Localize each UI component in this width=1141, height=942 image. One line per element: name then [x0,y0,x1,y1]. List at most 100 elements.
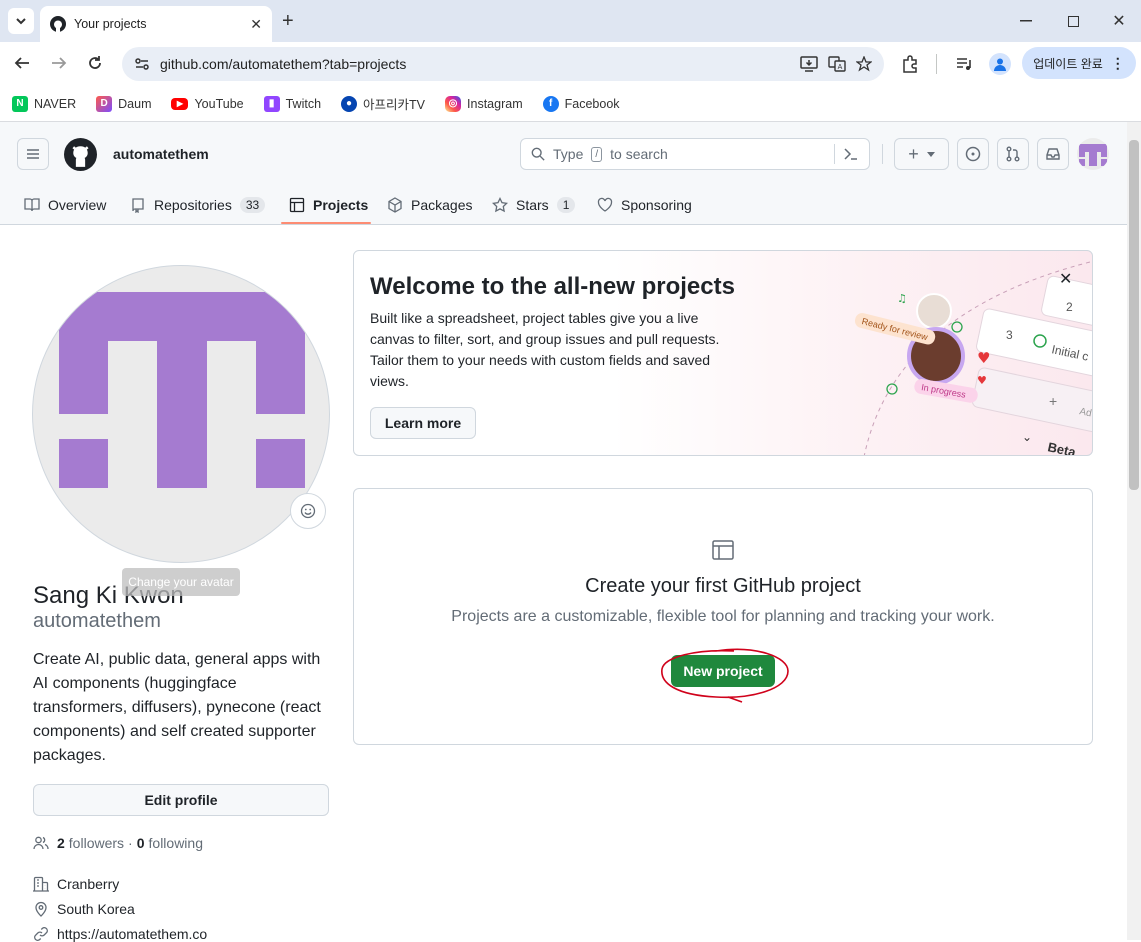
tab-stars[interactable]: Stars 1 [492,186,576,224]
tab-label: Stars [516,197,549,213]
bookmark-label: Daum [118,96,152,111]
tab-title: Your projects [74,17,147,31]
stars-count: 1 [556,197,576,213]
arrow-right-icon [52,57,67,69]
profile-button[interactable] [989,53,1011,75]
illus-heart-1: ♥ [977,349,990,367]
bookmark-daum[interactable]: D Daum [96,95,152,112]
github-logo[interactable] [64,138,97,171]
empty-subtitle: Projects are a customizable, flexible to… [451,608,995,625]
command-palette-icon[interactable] [843,146,859,162]
empty-state-box: Create your first GitHub project Project… [353,488,1093,745]
browser-tab[interactable]: Your projects ✕ [40,6,272,42]
address-bar[interactable]: github.com/automatethem?tab=projects A [122,47,884,81]
close-tab-icon[interactable]: ✕ [250,16,262,33]
company-text: Cranberry [57,876,120,892]
issues-button[interactable] [957,138,989,170]
minimize-button[interactable] [1011,8,1041,34]
identicon-icon [1079,144,1107,166]
maximize-button[interactable] [1058,8,1088,34]
header-username[interactable]: automatethem [113,146,209,162]
learn-more-button[interactable]: Learn more [370,407,476,439]
update-label: 업데이트 완료 [1033,56,1103,71]
bookmarks-bar: N NAVER D Daum ▶ YouTube ▮ Twitch ● 아프리카TV ◎ I… [0,86,1141,122]
bookmark-youtube[interactable]: ▶ YouTube [171,97,244,111]
red-annotation-circle [661,648,789,703]
organization-icon [33,876,49,892]
pull-requests-button[interactable] [997,138,1029,170]
tab-projects[interactable]: Projects [289,186,368,224]
naver-icon: N [12,95,28,112]
url-text: github.com/automatethem?tab=projects [160,56,407,72]
bookmark-facebook[interactable]: f Facebook [542,95,620,112]
heart-icon [597,197,613,212]
people-icon [33,836,49,850]
profile-bio: Create AI, public data, general apps wit… [33,651,321,764]
illus-chevron: ⌄ [1022,430,1032,444]
illus-dot-b [886,383,898,395]
header-divider [882,144,883,164]
site-info-icon [135,58,149,70]
tab-overview[interactable]: Overview [24,186,106,224]
profile-avatar[interactable] [32,265,330,563]
emoji-status-button[interactable] [290,493,326,529]
tab-repositories[interactable]: Repositories 33 [130,186,266,224]
dismiss-banner-button[interactable]: ✕ [1059,269,1072,289]
youtube-icon: ▶ [171,97,189,110]
bookmark-instagram[interactable]: ◎ Instagram [445,95,523,112]
tab-label: Packages [411,197,473,213]
change-avatar-tooltip: Change your avatar [122,568,240,596]
update-button[interactable]: 업데이트 완료 ⋮ [1022,47,1136,79]
company-row: Cranberry [33,876,119,892]
tab-packages[interactable]: Packages [387,186,472,224]
illus-num-3: 3 [1006,328,1013,342]
scrollbar-thumb[interactable] [1129,140,1139,490]
smiley-icon [300,503,316,519]
tab-list-button[interactable] [8,8,34,34]
followers-link[interactable]: 2 followers [57,835,124,851]
bookmark-star-icon[interactable] [856,56,872,72]
bookmark-naver[interactable]: N NAVER [12,95,76,112]
search-suffix: to search [610,146,668,162]
hamburger-button[interactable] [17,138,49,170]
issue-opened-icon [965,146,981,162]
back-button[interactable] [14,55,30,71]
git-pull-request-icon [1006,146,1020,162]
extensions-button[interactable] [901,55,919,73]
install-app-icon[interactable] [800,56,818,72]
search-input[interactable]: Type / to search [520,138,870,170]
facebook-icon: f [542,95,559,112]
media-control-button[interactable] [955,55,973,73]
illus-card-add [971,367,1092,435]
following-label: following [148,835,203,851]
reload-button[interactable] [87,55,103,71]
search-divider [834,144,835,164]
tab-sponsoring[interactable]: Sponsoring [597,186,692,224]
bookmark-twitch[interactable]: ▮ Twitch [263,95,321,112]
translate-icon[interactable]: A [828,56,846,72]
bookmark-label: 아프리카TV [363,98,426,112]
welcome-title: Welcome to the all-new projects [370,273,735,300]
illus-avatar-1 [916,293,952,329]
bookmark-afreecatv[interactable]: ● 아프리카TV [341,94,425,113]
edit-profile-button[interactable]: Edit profile [33,784,329,816]
inbox-button[interactable] [1037,138,1069,170]
plus-icon: + [908,144,919,164]
toolbar-divider [936,54,937,74]
daum-icon: D [96,95,113,112]
illus-heart-2: ♥ [977,374,987,387]
create-new-button[interactable]: + [894,138,949,170]
afreecatv-icon: ● [341,95,358,112]
following-count: 0 [136,835,145,851]
twitch-icon: ▮ [263,95,280,112]
hamburger-icon [27,149,39,159]
repositories-count: 33 [239,197,266,213]
new-tab-button[interactable]: + [282,10,294,33]
forward-button[interactable] [51,55,67,71]
table-icon [289,197,305,213]
close-window-button[interactable]: ✕ [1104,8,1134,34]
illus-music: ♫ [897,292,907,305]
user-avatar-small[interactable] [1077,138,1109,170]
following-link[interactable]: 0 following [137,835,203,851]
location-text: South Korea [57,901,135,917]
